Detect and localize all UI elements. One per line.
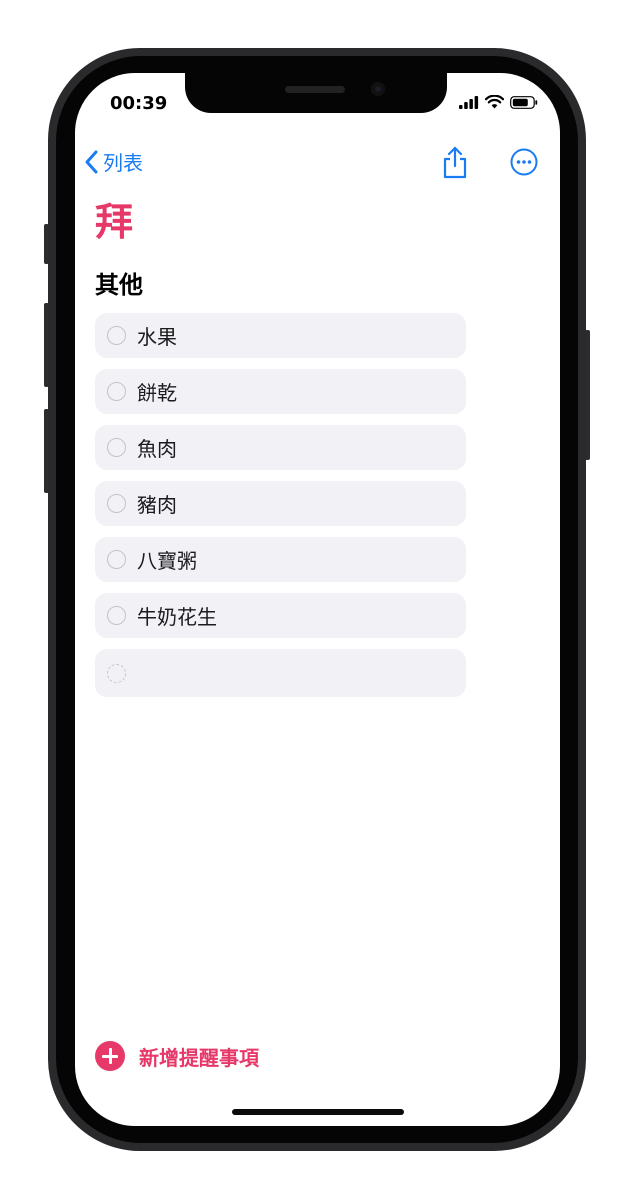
ellipsis-circle-icon[interactable] <box>509 147 539 177</box>
reminder-label: 魚肉 <box>137 437 177 461</box>
cellular-signal-icon <box>459 95 479 109</box>
reminder-item[interactable]: 牛奶花生 <box>95 593 466 638</box>
completion-circle[interactable] <box>107 438 126 457</box>
share-icon[interactable] <box>439 145 471 179</box>
status-time: 00:39 <box>110 93 168 114</box>
front-camera <box>371 82 385 96</box>
plus-circle-icon <box>95 1041 125 1071</box>
reminder-item[interactable]: 餅乾 <box>95 369 466 414</box>
reminder-label: 牛奶花生 <box>137 605 217 629</box>
completion-circle[interactable] <box>107 494 126 513</box>
battery-icon <box>510 95 538 109</box>
earpiece-speaker <box>285 86 345 93</box>
phone-screen: 00:39 列表 拜 其他 水果 餅乾 魚肉 豬肉 八寶粥 牛奶花生 新增提醒事… <box>75 73 560 1126</box>
reminder-item[interactable]: 八寶粥 <box>95 537 466 582</box>
back-button[interactable]: 列表 <box>83 147 143 176</box>
home-indicator[interactable] <box>232 1109 404 1115</box>
completion-circle[interactable] <box>107 606 126 625</box>
wifi-icon <box>485 95 504 109</box>
add-reminder-label: 新增提醒事項 <box>139 1045 259 1070</box>
chevron-left-icon <box>85 150 98 173</box>
add-reminder-button[interactable]: 新增提醒事項 <box>95 1041 259 1071</box>
section-title: 其他 <box>95 271 143 299</box>
notch <box>185 73 447 113</box>
reminder-label: 八寶粥 <box>137 549 197 573</box>
list-title: 拜 <box>95 200 134 244</box>
reminder-label: 豬肉 <box>137 493 177 517</box>
reminder-list: 水果 餅乾 魚肉 豬肉 八寶粥 牛奶花生 <box>95 313 466 708</box>
reminder-item[interactable]: 水果 <box>95 313 466 358</box>
reminder-label: 水果 <box>137 325 177 349</box>
reminder-item[interactable]: 魚肉 <box>95 425 466 470</box>
new-reminder-circle <box>107 663 126 683</box>
completion-circle[interactable] <box>107 326 126 345</box>
status-icons <box>459 95 538 109</box>
reminder-label: 餅乾 <box>137 381 177 405</box>
completion-circle[interactable] <box>107 550 126 569</box>
completion-circle[interactable] <box>107 382 126 401</box>
new-reminder-row[interactable] <box>95 649 466 697</box>
reminder-item[interactable]: 豬肉 <box>95 481 466 526</box>
back-label: 列表 <box>103 151 143 175</box>
